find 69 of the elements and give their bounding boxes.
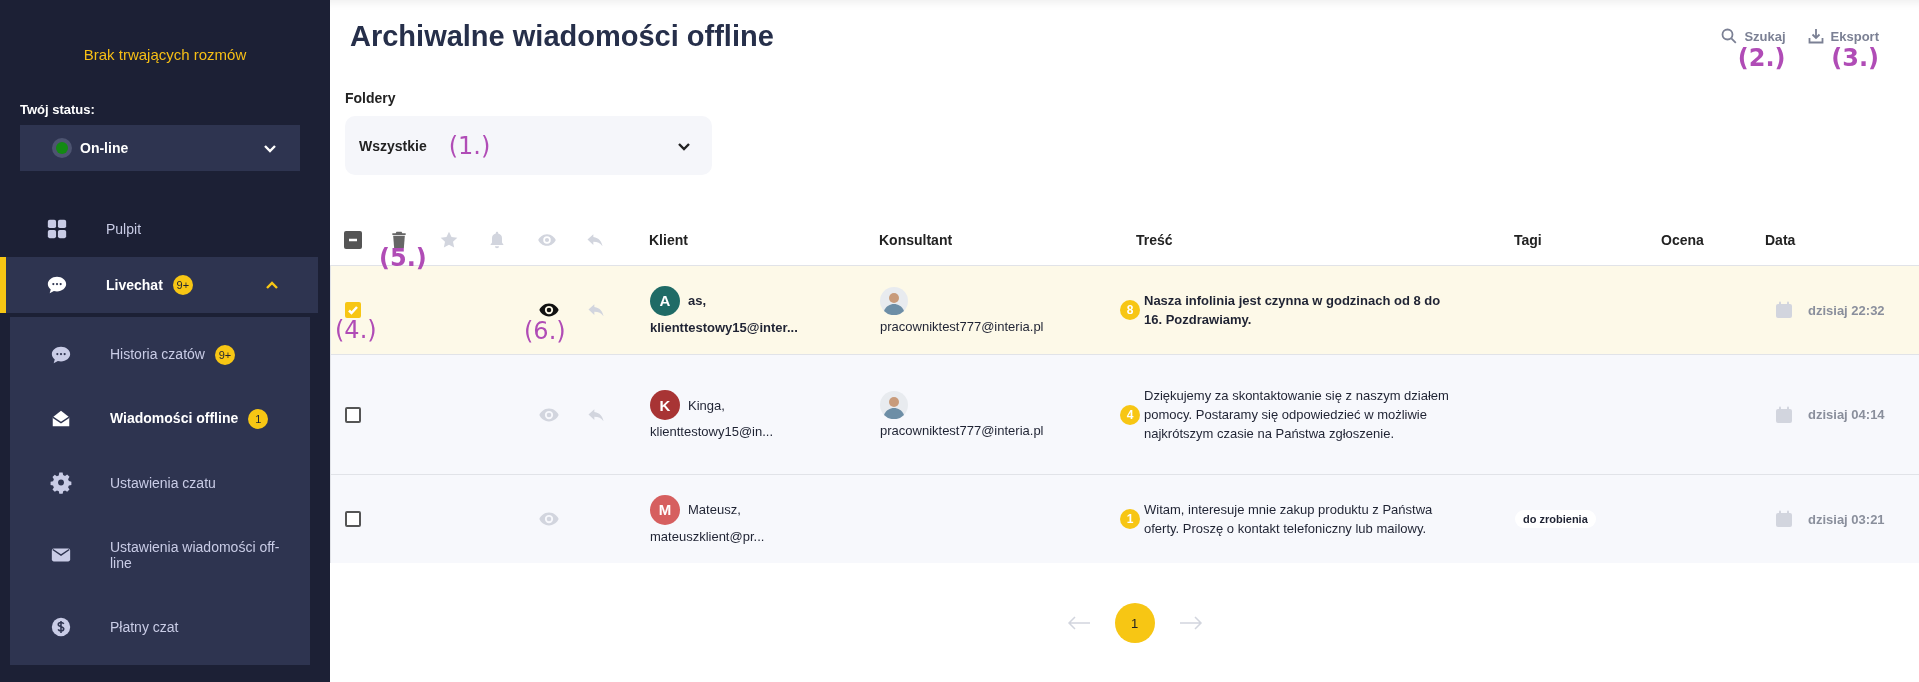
client-email: klienttestowy15@in... [650, 424, 775, 439]
search-icon [1721, 28, 1738, 44]
page-title: Archiwalne wiadomości offline [350, 20, 774, 53]
column-header: Klient [649, 232, 689, 248]
avatar-circle: M [650, 494, 680, 525]
gear-icon [50, 472, 72, 494]
annotation-label: (6.) [524, 317, 566, 345]
annotation-label: (2.) [1737, 44, 1786, 72]
client-email: klienttestowy15@inter... [650, 319, 799, 335]
consultant-email: pracowniktest777@interia.pl [880, 318, 1045, 334]
nav-item[interactable]: Pulpit [0, 201, 318, 257]
submenu-item[interactable]: Wiadomości offline 1 [10, 387, 310, 451]
count-badge: 9+ [214, 345, 235, 365]
annotation-label: (4.) [335, 316, 377, 344]
user-avatar-icon [880, 391, 908, 419]
tag-label: do zrobienia [1515, 510, 1596, 528]
message-preview: Dziękujemy za skontaktowanie się z naszym działem pomocy. Postaramy się odpowiedzieć w możliwie najkrótszym czasie na Państwa zgłoszenie. [1144, 387, 1449, 443]
user-avatar-icon [880, 286, 908, 315]
submenu-item[interactable]: Płatny czat [10, 595, 310, 659]
message-count-badge: 1 [1120, 509, 1140, 529]
folder-dropdown[interactable]: Wszystkie (1.) [345, 116, 712, 175]
annotation-label: (3.) [1831, 44, 1879, 72]
count-badge: 9+ [172, 275, 193, 295]
checkmark-icon [347, 304, 359, 316]
chat-bubble-icon [50, 344, 72, 366]
dollar-coin-icon [50, 616, 72, 638]
column-header: Treść [1135, 232, 1174, 248]
calendar-icon [1775, 301, 1793, 319]
column-header: Tagi [1514, 232, 1543, 248]
client-email: mateuszklient@pr... [650, 528, 766, 544]
annotation-label: (1.) [448, 131, 491, 160]
status-dropdown[interactable]: On-line [20, 125, 300, 171]
calendar-icon [1775, 510, 1793, 528]
nav-item[interactable]: Livechat 9+ [0, 257, 318, 313]
chat-status-text: Brak trwających rozmów [82, 45, 248, 65]
message-preview: Witam, interesuje mnie zakup produktu z Państwa oferty. Proszę o kontakt telefoniczny lub mailowy. [1144, 501, 1434, 538]
column-header: Ocena [1661, 232, 1705, 248]
submenu-item[interactable]: Ustawienia czatu [10, 451, 310, 515]
chat-bubble-icon [46, 274, 68, 296]
message-date: dzisiaj 22:32 [1808, 302, 1885, 318]
column-header: Konsultant [879, 232, 954, 248]
message-count-badge: 4 [1120, 404, 1140, 425]
table-row[interactable]: M Mateusz, mateuszklient@pr... 1 Witam, interesuje mnie zakup produktu z Państwa oferty. Proszę o kontakt telefoniczny lub mailowy. do zrobienia dzisiaj 03:21 [330, 474, 1919, 563]
message-date: dzisiaj 03:21 [1808, 511, 1885, 527]
message-count-badge: 8 [1120, 300, 1140, 320]
folders-label: Foldery [345, 90, 396, 106]
count-badge: 1 [248, 409, 269, 429]
table-row[interactable] [330, 354, 1919, 474]
client-name: Kinga, [688, 397, 725, 413]
row-checkbox[interactable] [345, 511, 361, 527]
submenu-item[interactable]: Historia czatów 9+ [10, 323, 310, 387]
page-button[interactable]: 1 [1114, 603, 1155, 643]
message-preview: Nasza infolinia jest czynna w godzinach od 8 do 16. Pozdrawiamy. [1144, 292, 1442, 329]
avatar-circle: A [650, 285, 680, 316]
client-name: as, [688, 293, 707, 308]
calendar-icon [1775, 405, 1793, 424]
message-date: dzisiaj 04:14 [1808, 407, 1885, 422]
submenu-item[interactable]: Ustawienia wiadomości off-line [10, 515, 310, 595]
column-header: Data [1765, 232, 1797, 248]
previous-arrow-icon[interactable] [1066, 616, 1091, 630]
select-all-checkbox[interactable] [344, 231, 362, 249]
next-arrow-icon[interactable] [1178, 616, 1203, 630]
avatar-circle: K [650, 390, 680, 420]
download-icon [1807, 28, 1824, 44]
consultant-email: pracowniktest777@interia.pl [880, 423, 1045, 438]
client-name: Mateusz, [688, 502, 741, 517]
row-checkbox[interactable] [345, 406, 361, 423]
status-label: Twój status: [19, 101, 96, 119]
grid-icon [46, 218, 68, 240]
